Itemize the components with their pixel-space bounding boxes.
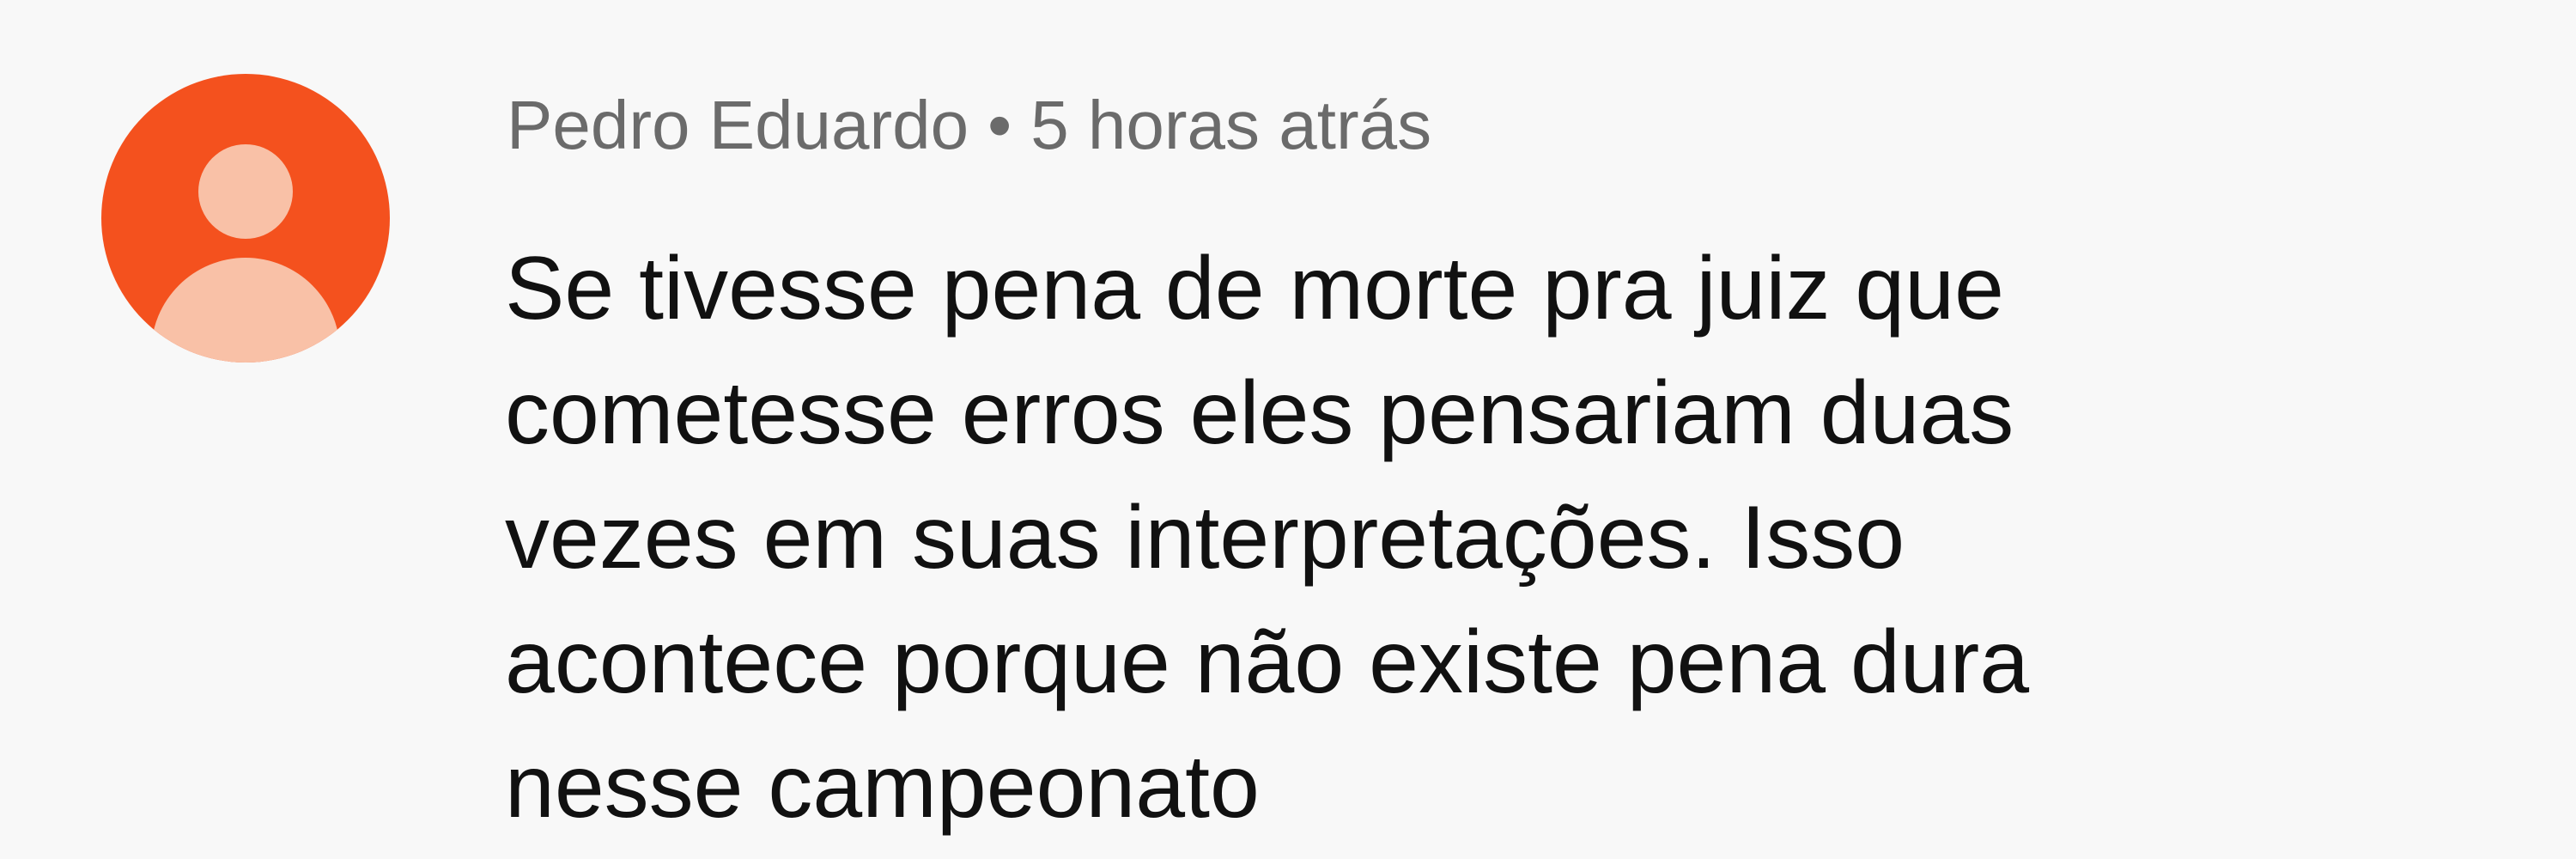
comment-text-line: cometesse erros eles pensariam duas (505, 363, 2014, 463)
avatar-head (198, 144, 293, 239)
comment-timestamp: 5 horas atrás (1030, 87, 1432, 163)
comment-text-line: vezes em suas interpretações. Isso (505, 488, 1905, 588)
comment-meta: Pedro Eduardo • 5 horas atrás (507, 82, 1431, 168)
avatar-shoulders (151, 258, 340, 362)
comment-text: Se tivesse pena de morte pra juiz que co… (505, 227, 2549, 850)
comment-card: Pedro Eduardo • 5 horas atrás Se tivesse p… (0, 0, 2576, 859)
author-name[interactable]: Pedro Eduardo (507, 87, 969, 163)
meta-separator: • (987, 87, 1012, 163)
avatar[interactable] (101, 74, 390, 362)
comment-text-line: Se tivesse pena de morte pra juiz que (505, 239, 2004, 338)
comment-text-line: acontece porque não existe pena dura (505, 612, 2030, 712)
comment-text-line: nesse campeonato (505, 737, 1260, 837)
